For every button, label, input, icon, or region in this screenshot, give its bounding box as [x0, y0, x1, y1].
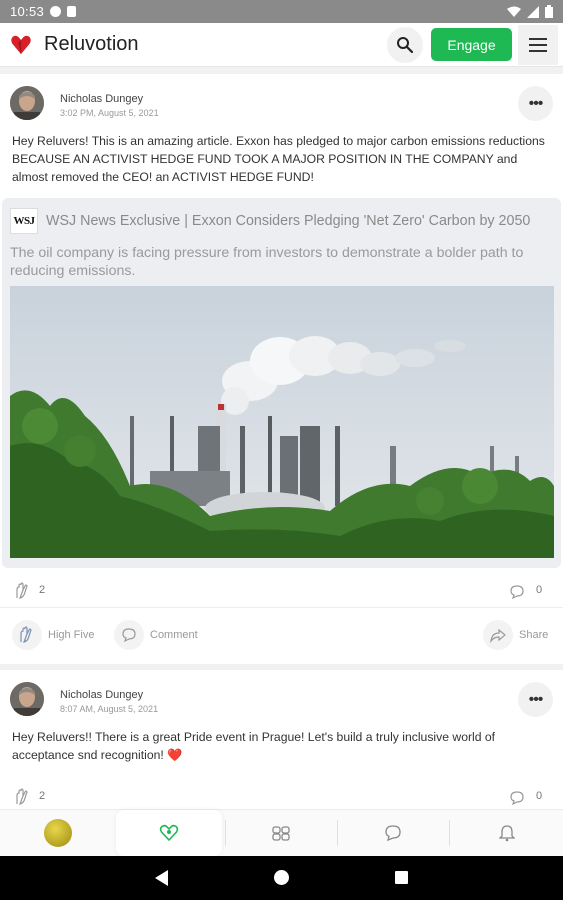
post-header: Nicholas Dungey 3:02 PM, August 5, 2021 …: [0, 74, 563, 132]
post-timestamp: 3:02 PM, August 5, 2021: [60, 108, 159, 118]
menu-line: [529, 44, 547, 46]
nav-messages[interactable]: [338, 810, 448, 856]
home-heart-icon: [159, 824, 179, 842]
signal-icon: [527, 5, 539, 18]
nav-groups[interactable]: [226, 810, 336, 856]
storage-icon: [67, 6, 77, 17]
high-five-icon: [20, 626, 32, 643]
share-button[interactable]: Share: [483, 620, 548, 650]
system-navigation-bar: [0, 856, 563, 900]
refinery-smoke-image[interactable]: [10, 286, 554, 558]
post-timestamp: 8:07 AM, August 5, 2021: [60, 704, 159, 714]
author-name[interactable]: Nicholas Dungey: [60, 93, 143, 105]
post-body-text: Hey Reluvers! This is an amazing article…: [12, 134, 545, 184]
menu-line: [529, 50, 547, 52]
author-avatar[interactable]: [10, 682, 44, 716]
hamburger-menu-button[interactable]: [518, 25, 558, 65]
post-more-options-button[interactable]: •••: [518, 86, 553, 121]
engage-button[interactable]: Engage: [431, 28, 512, 61]
nav-profile[interactable]: [0, 810, 115, 856]
comment-icon: [122, 628, 136, 643]
comment-count: 0: [536, 584, 543, 596]
post-body-text: Hey Reluvers!! There is a great Pride ev…: [12, 730, 496, 762]
comment-count: 0: [536, 790, 543, 802]
groups-icon: [272, 826, 290, 841]
wifi-icon: [507, 6, 521, 17]
back-icon[interactable]: [155, 870, 168, 886]
post-feed[interactable]: Nicholas Dungey 3:02 PM, August 5, 2021 …: [0, 68, 563, 809]
link-preview-card[interactable]: WSJ WSJ News Exclusive | Exxon Considers…: [2, 198, 561, 568]
profile-avatar: [43, 819, 72, 847]
nav-notifications[interactable]: [450, 810, 563, 856]
high-five-count: 2: [39, 790, 46, 802]
author-avatar[interactable]: [10, 86, 44, 120]
link-description: The oil company is facing pressure from …: [10, 245, 524, 279]
home-icon[interactable]: [274, 870, 289, 885]
high-five-icon: [16, 788, 28, 805]
comment-label: Comment: [150, 629, 198, 641]
google-icon: [50, 6, 62, 17]
status-time: 10:53: [10, 4, 45, 19]
post-stats-row: 2 0: [0, 574, 563, 608]
post-more-options-button[interactable]: •••: [518, 682, 553, 717]
status-bar: 10:53: [0, 0, 563, 23]
reluvotion-heart-logo[interactable]: [10, 34, 32, 56]
share-icon: [490, 628, 506, 643]
comment-bubble-icon: [510, 585, 524, 600]
bottom-navigation: [0, 809, 563, 856]
recent-apps-icon[interactable]: [395, 871, 408, 884]
chat-bubble-icon: [385, 825, 401, 842]
wsj-logo: WSJ: [10, 208, 38, 234]
share-label: Share: [519, 629, 549, 641]
bell-icon: [498, 825, 515, 842]
author-name[interactable]: Nicholas Dungey: [60, 689, 143, 701]
app-header: Reluvotion Engage: [0, 23, 563, 67]
app-brand-name: Reluvotion: [44, 33, 139, 55]
high-five-button[interactable]: High Five: [12, 620, 94, 650]
post-actions-row: High Five Comment Share: [0, 608, 563, 664]
post-card: Nicholas Dungey 8:07 AM, August 5, 2021 …: [0, 670, 563, 809]
post-stats-row: 2 0: [0, 780, 563, 809]
link-title[interactable]: WSJ News Exclusive | Exxon Considers Ple…: [46, 213, 530, 229]
high-five-label: High Five: [48, 629, 95, 641]
search-icon: [397, 37, 414, 54]
comment-button[interactable]: Comment: [114, 620, 198, 650]
high-five-icon: [16, 582, 28, 599]
menu-line: [529, 38, 547, 40]
high-five-count: 2: [39, 584, 46, 596]
battery-icon: [545, 5, 553, 18]
nav-home[interactable]: [116, 810, 222, 856]
comment-bubble-icon: [510, 791, 524, 806]
search-button[interactable]: [387, 27, 423, 63]
post-card: Nicholas Dungey 3:02 PM, August 5, 2021 …: [0, 74, 563, 664]
post-header: Nicholas Dungey 8:07 AM, August 5, 2021 …: [0, 670, 563, 728]
